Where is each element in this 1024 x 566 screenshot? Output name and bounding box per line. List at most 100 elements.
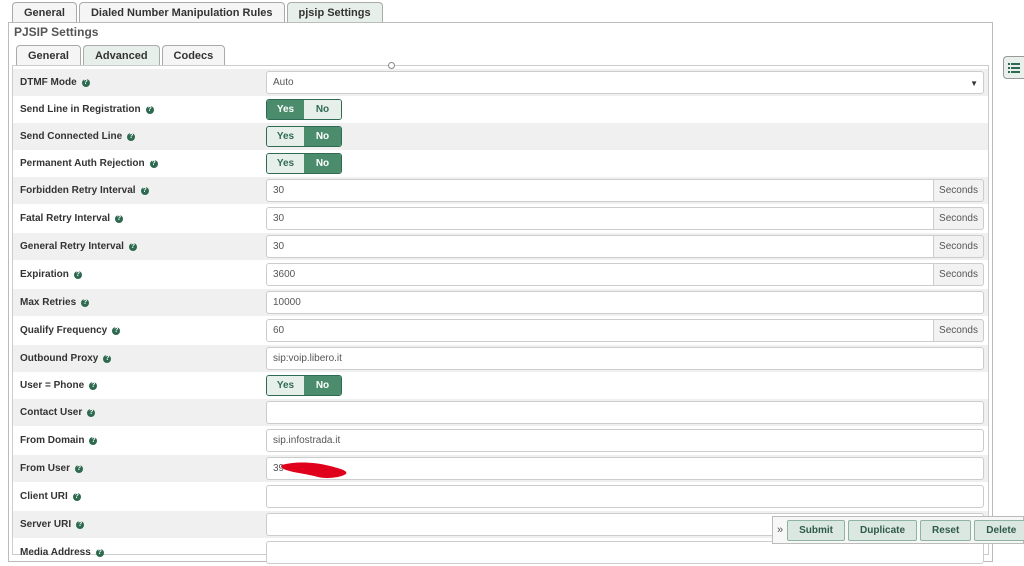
action-bar: » Submit Duplicate Reset Delete	[772, 516, 1024, 544]
row-max-retries: Max Retries? 10000	[13, 289, 988, 316]
help-icon[interactable]: ?	[128, 242, 137, 251]
help-icon[interactable]: ?	[72, 492, 81, 501]
client-uri-input[interactable]	[266, 485, 984, 508]
redaction-scribble	[281, 462, 347, 478]
max-retries-label: Max Retries?	[20, 297, 90, 308]
list-icon	[1008, 62, 1020, 73]
outbound-proxy-label: Outbound Proxy?	[20, 353, 112, 364]
forbidden-retry-interval-label: Forbidden Retry Interval?	[20, 185, 149, 196]
row-from-user: From User? 39	[13, 455, 988, 482]
from-user-label: From User?	[20, 463, 84, 474]
tab-dialed-number-rules[interactable]: Dialed Number Manipulation Rules	[78, 2, 285, 23]
row-from-domain: From Domain? sip.infostrada.it	[13, 427, 988, 454]
sub-tab-bar: General Advanced Codecs	[16, 45, 227, 66]
yes-option[interactable]: Yes	[267, 127, 304, 146]
dtmf-mode-label: DTMF Mode?	[20, 77, 90, 88]
tab-pjsip-settings[interactable]: pjsip Settings	[286, 2, 383, 23]
help-icon[interactable]: ?	[149, 159, 158, 168]
chevron-down-icon: ▼	[970, 79, 978, 88]
yes-option[interactable]: Yes	[267, 154, 304, 173]
help-icon[interactable]: ?	[89, 436, 98, 445]
row-forbidden-retry-interval: Forbidden Retry Interval? 30 Seconds	[13, 177, 988, 204]
forbidden-retry-interval-input[interactable]: 30	[266, 179, 934, 202]
row-contact-user: Contact User?	[13, 399, 988, 426]
help-icon[interactable]: ?	[127, 132, 136, 141]
client-uri-label: Client URI?	[20, 491, 81, 502]
max-retries-input[interactable]: 10000	[266, 291, 984, 314]
send-connected-line-label: Send Connected Line?	[20, 131, 136, 142]
row-qualify-frequency: Qualify Frequency? 60 Seconds	[13, 317, 988, 344]
outbound-proxy-input[interactable]: sip:voip.libero.it	[266, 347, 984, 370]
fatal-retry-interval-input[interactable]: 30	[266, 207, 934, 230]
no-option[interactable]: No	[304, 376, 341, 395]
from-domain-label: From Domain?	[20, 435, 98, 446]
fatal-retry-interval-label: Fatal Retry Interval?	[20, 213, 124, 224]
help-icon[interactable]: ?	[75, 464, 84, 473]
help-icon[interactable]: ?	[89, 381, 98, 390]
help-icon[interactable]: ?	[115, 214, 124, 223]
subtab-codecs[interactable]: Codecs	[161, 45, 226, 66]
yes-option[interactable]: Yes	[267, 100, 304, 119]
submit-button[interactable]: Submit	[787, 519, 846, 541]
user-phone-toggle: Yes No	[266, 375, 342, 396]
help-icon[interactable]: ?	[73, 270, 82, 279]
row-client-uri: Client URI?	[13, 483, 988, 510]
row-send-line-in-registration: Send Line in Registration? Yes No	[13, 96, 988, 123]
tab-general[interactable]: General	[12, 2, 77, 23]
help-icon[interactable]: ?	[87, 408, 96, 417]
send-line-in-registration-label: Send Line in Registration?	[20, 104, 154, 115]
seconds-addon: Seconds	[934, 207, 984, 230]
help-icon[interactable]: ?	[76, 520, 85, 529]
permanent-auth-rejection-toggle: Yes No	[266, 153, 342, 174]
seconds-addon: Seconds	[934, 179, 984, 202]
row-dtmf-mode: DTMF Mode? Auto ▼	[13, 69, 988, 96]
dtmf-mode-select[interactable]: Auto ▼	[266, 71, 984, 94]
collapse-chevron-icon[interactable]: »	[777, 524, 783, 536]
subtab-general[interactable]: General	[16, 45, 81, 66]
delete-button[interactable]: Delete	[974, 519, 1024, 541]
no-option[interactable]: No	[304, 154, 341, 173]
row-fatal-retry-interval: Fatal Retry Interval? 30 Seconds	[13, 205, 988, 232]
send-line-in-registration-toggle: Yes No	[266, 99, 342, 120]
help-icon[interactable]: ?	[112, 326, 121, 335]
send-connected-line-toggle: Yes No	[266, 126, 342, 147]
seconds-addon: Seconds	[934, 235, 984, 258]
yes-option[interactable]: Yes	[267, 376, 304, 395]
server-uri-label: Server URI?	[20, 519, 85, 530]
seconds-addon: Seconds	[934, 319, 984, 342]
help-icon[interactable]: ?	[95, 548, 104, 557]
permanent-auth-rejection-label: Permanent Auth Rejection?	[20, 158, 158, 169]
help-icon[interactable]: ?	[140, 186, 149, 195]
general-retry-interval-input[interactable]: 30	[266, 235, 934, 258]
side-panel-toggle[interactable]	[1003, 56, 1024, 79]
resize-handle[interactable]	[388, 62, 395, 69]
from-domain-input[interactable]: sip.infostrada.it	[266, 429, 984, 452]
section-title: PJSIP Settings	[14, 25, 99, 39]
row-expiration: Expiration? 3600 Seconds	[13, 261, 988, 288]
general-retry-interval-label: General Retry Interval?	[20, 241, 137, 252]
help-icon[interactable]: ?	[103, 354, 112, 363]
row-outbound-proxy: Outbound Proxy? sip:voip.libero.it	[13, 345, 988, 372]
row-user-phone: User = Phone? Yes No	[13, 372, 988, 399]
from-user-input[interactable]: 39	[266, 457, 984, 480]
contact-user-input[interactable]	[266, 401, 984, 424]
row-permanent-auth-rejection: Permanent Auth Rejection? Yes No	[13, 150, 988, 177]
expiration-label: Expiration?	[20, 269, 82, 280]
row-send-connected-line: Send Connected Line? Yes No	[13, 123, 988, 150]
no-option[interactable]: No	[304, 100, 341, 119]
seconds-addon: Seconds	[934, 263, 984, 286]
top-tab-bar: General Dialed Number Manipulation Rules…	[12, 2, 385, 23]
expiration-input[interactable]: 3600	[266, 263, 934, 286]
row-general-retry-interval: General Retry Interval? 30 Seconds	[13, 233, 988, 260]
help-icon[interactable]: ?	[81, 78, 90, 87]
help-icon[interactable]: ?	[145, 105, 154, 114]
contact-user-label: Contact User?	[20, 407, 96, 418]
help-icon[interactable]: ?	[81, 298, 90, 307]
duplicate-button[interactable]: Duplicate	[848, 519, 918, 541]
reset-button[interactable]: Reset	[920, 519, 972, 541]
qualify-frequency-input[interactable]: 60	[266, 319, 934, 342]
subtab-advanced[interactable]: Advanced	[82, 45, 160, 66]
media-address-label: Media Address?	[20, 547, 104, 558]
media-address-input[interactable]	[266, 541, 984, 564]
no-option[interactable]: No	[304, 127, 341, 146]
